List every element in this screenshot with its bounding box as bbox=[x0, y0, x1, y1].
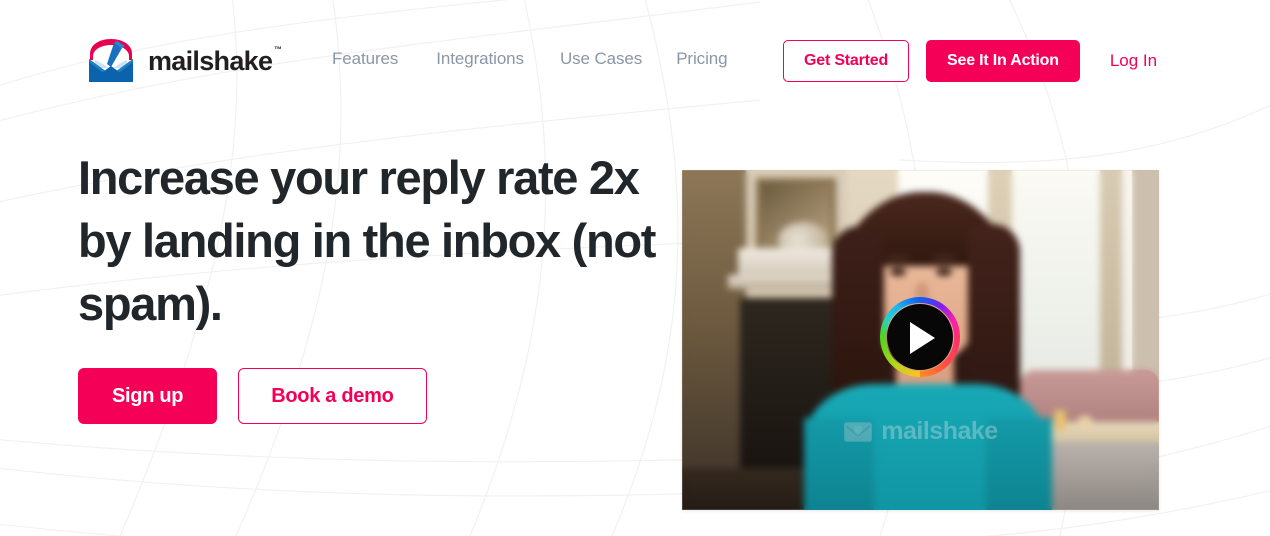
book-a-demo-button[interactable]: Book a demo bbox=[238, 368, 427, 424]
hero-page: mailshake ™ Features Integrations Use Ca… bbox=[0, 0, 1270, 536]
nav-item-use-cases[interactable]: Use Cases bbox=[560, 49, 642, 69]
trademark-symbol: ™ bbox=[273, 44, 282, 54]
brand-wordmark: mailshake ™ bbox=[148, 45, 282, 76]
hero-content: Increase your reply rate 2x by landing i… bbox=[78, 146, 658, 424]
mailshake-envelope-logo-icon bbox=[89, 39, 133, 82]
brand-logo-link[interactable]: mailshake ™ bbox=[86, 37, 282, 85]
sign-up-button[interactable]: Sign up bbox=[78, 368, 218, 424]
log-in-link[interactable]: Log In bbox=[1110, 51, 1157, 71]
see-it-in-action-button[interactable]: See It In Action bbox=[926, 40, 1080, 82]
nav-item-integrations[interactable]: Integrations bbox=[436, 49, 524, 69]
hero-headline: Increase your reply rate 2x by landing i… bbox=[78, 151, 656, 330]
nav-item-features[interactable]: Features bbox=[332, 49, 398, 69]
hero-cta-group: Sign up Book a demo bbox=[78, 368, 658, 424]
brand-name-text: mailshake bbox=[148, 45, 273, 76]
header-action-group: Get Started See It In Action Log In bbox=[783, 40, 1157, 82]
play-triangle-icon bbox=[910, 322, 935, 354]
nav-item-pricing[interactable]: Pricing bbox=[676, 49, 727, 69]
site-header: mailshake ™ Features Integrations Use Ca… bbox=[0, 0, 1270, 124]
primary-navigation: Features Integrations Use Cases Pricing bbox=[332, 49, 728, 69]
get-started-button[interactable]: Get Started bbox=[783, 40, 910, 82]
play-video-button[interactable] bbox=[880, 297, 960, 377]
